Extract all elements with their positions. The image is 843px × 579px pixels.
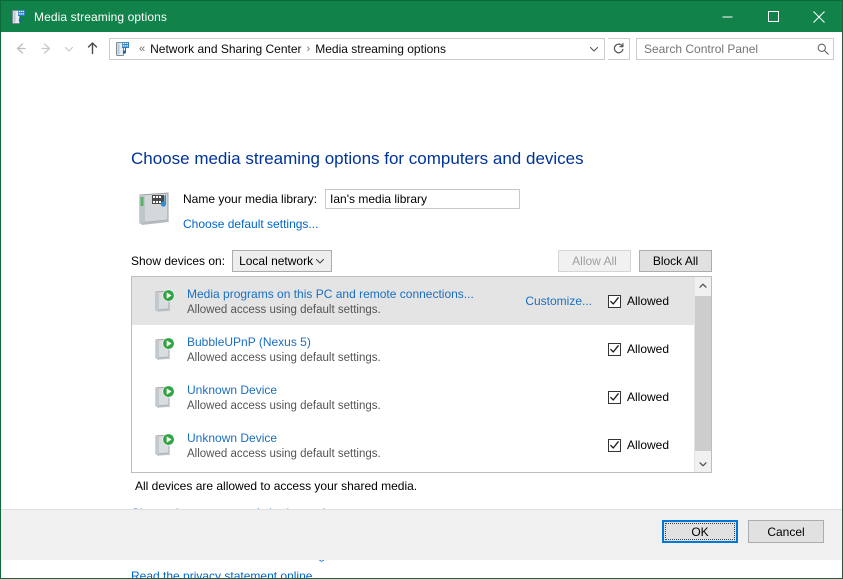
breadcrumb-item-network-and-sharing-center[interactable]: Network and Sharing Center — [150, 42, 301, 56]
checkbox-checked-icon — [608, 438, 621, 452]
device-status: Allowed access using default settings. — [187, 303, 381, 316]
customize-link[interactable]: Customize... — [525, 294, 592, 308]
title-bar: Media streaming options — [1, 1, 842, 32]
device-name[interactable]: Unknown Device — [187, 431, 381, 445]
scrollbar-thumb[interactable] — [695, 296, 711, 451]
device-name[interactable]: BubbleUPnP (Nexus 5) — [187, 335, 381, 349]
window-controls — [704, 1, 842, 32]
window-title: Media streaming options — [34, 9, 168, 24]
device-info: BubbleUPnP (Nexus 5) Allowed access usin… — [187, 335, 381, 364]
device-actions: Allowed — [608, 438, 694, 452]
choose-default-settings-link[interactable]: Choose default settings... — [183, 217, 520, 231]
show-devices-select[interactable]: Local network — [232, 250, 333, 272]
checkbox-checked-icon — [608, 390, 621, 404]
scrollbar-track[interactable] — [695, 294, 711, 455]
bulk-permission-buttons: Allow All Block All — [558, 250, 712, 272]
device-list-items: Media programs on this PC and remote con… — [132, 277, 694, 472]
media-library-icon — [131, 186, 177, 232]
device-permission-checkbox[interactable]: Allowed — [608, 342, 680, 356]
block-all-button[interactable]: Block All — [639, 250, 712, 272]
close-button[interactable] — [796, 1, 842, 32]
page-title: Choose media streaming options for compu… — [131, 149, 584, 168]
device-info: Unknown Device Allowed access using defa… — [187, 431, 381, 460]
device-actions: Allowed — [608, 342, 694, 356]
chevron-down-icon[interactable] — [584, 39, 604, 59]
scroll-up-button[interactable] — [695, 277, 711, 294]
link-read-the-privacy-statement-online[interactable]: Read the privacy statement online — [131, 569, 344, 578]
device-list: Media programs on this PC and remote con… — [131, 276, 712, 473]
media-streaming-options-window: Media streaming options « Network and Sh… — [0, 0, 843, 579]
device-status: Allowed access using default settings. — [187, 399, 381, 412]
forward-button[interactable] — [33, 36, 59, 62]
address-bar: « Network and Sharing Center › Media str… — [1, 32, 842, 65]
device-media-icon — [150, 334, 180, 364]
device-media-icon — [150, 286, 180, 316]
table-row[interactable]: Unknown Device Allowed access using defa… — [132, 421, 694, 469]
device-media-icon — [150, 382, 180, 412]
device-permission-checkbox[interactable]: Allowed — [608, 294, 680, 308]
device-status: Allowed access using default settings. — [187, 351, 381, 364]
media-library-name-row: Name your media library: — [183, 189, 521, 209]
breadcrumb[interactable]: « Network and Sharing Center › Media str… — [109, 37, 605, 60]
refresh-button[interactable] — [608, 37, 630, 60]
device-media-icon — [150, 430, 180, 460]
device-info: Media programs on this PC and remote con… — [187, 287, 474, 316]
device-permission-checkbox[interactable]: Allowed — [608, 390, 680, 404]
scroll-down-button[interactable] — [695, 455, 711, 472]
device-list-scrollbar[interactable] — [694, 277, 711, 472]
media-streaming-icon — [10, 9, 26, 25]
device-name[interactable]: Unknown Device — [187, 383, 381, 397]
chevron-down-icon — [315, 256, 325, 266]
status-text: All devices are allowed to access your s… — [135, 479, 418, 493]
ok-button[interactable]: OK — [662, 520, 738, 543]
breadcrumb-media-icon — [114, 41, 130, 57]
media-library-section: Name your media library: Choose default … — [131, 185, 521, 232]
checkbox-checked-icon — [608, 342, 621, 356]
breadcrumb-item-media-streaming-options[interactable]: Media streaming options — [315, 42, 446, 56]
back-button[interactable] — [7, 36, 33, 62]
recent-locations-button[interactable] — [59, 36, 79, 62]
show-devices-row: Show devices on: Local network Allow All… — [131, 250, 712, 272]
up-button[interactable] — [79, 36, 105, 62]
dialog-buttons: OK Cancel — [662, 520, 824, 543]
device-permission-checkbox[interactable]: Allowed — [608, 438, 680, 452]
checkbox-checked-icon — [608, 294, 621, 308]
breadcrumb-separator: › — [306, 42, 311, 55]
cancel-button[interactable]: Cancel — [748, 520, 824, 543]
search-box[interactable] — [636, 37, 834, 60]
device-permission-label: Allowed — [627, 390, 670, 404]
device-status: Allowed access using default settings. — [187, 447, 381, 460]
media-library-fields: Name your media library: Choose default … — [183, 185, 521, 231]
device-permission-label: Allowed — [627, 342, 670, 356]
content-area: Choose media streaming options for compu… — [1, 65, 842, 578]
device-permission-label: Allowed — [627, 294, 670, 308]
media-library-name-input[interactable] — [325, 189, 521, 209]
show-devices-selected-value: Local network — [239, 254, 314, 268]
minimize-button[interactable] — [704, 1, 750, 32]
show-devices-label: Show devices on: — [131, 254, 226, 268]
breadcrumb-prefix[interactable]: « — [134, 43, 150, 55]
table-row[interactable]: BubbleUPnP (Nexus 5) Allowed access usin… — [132, 325, 694, 373]
device-actions: Allowed — [608, 390, 694, 404]
maximize-button[interactable] — [750, 1, 796, 32]
device-actions: Customize... Allowed — [525, 294, 694, 308]
dialog-footer: OK Cancel — [1, 509, 842, 560]
table-row[interactable]: Media programs on this PC and remote con… — [132, 277, 694, 325]
device-permission-label: Allowed — [627, 438, 670, 452]
table-row[interactable]: Unknown Device Allowed access using defa… — [132, 373, 694, 421]
search-icon[interactable] — [813, 42, 833, 56]
media-library-label: Name your media library: — [183, 192, 318, 206]
allow-all-button[interactable]: Allow All — [558, 250, 631, 272]
device-info: Unknown Device Allowed access using defa… — [187, 383, 381, 412]
device-name[interactable]: Media programs on this PC and remote con… — [187, 287, 474, 301]
breadcrumb-tail — [584, 39, 604, 59]
search-input[interactable] — [637, 41, 813, 56]
